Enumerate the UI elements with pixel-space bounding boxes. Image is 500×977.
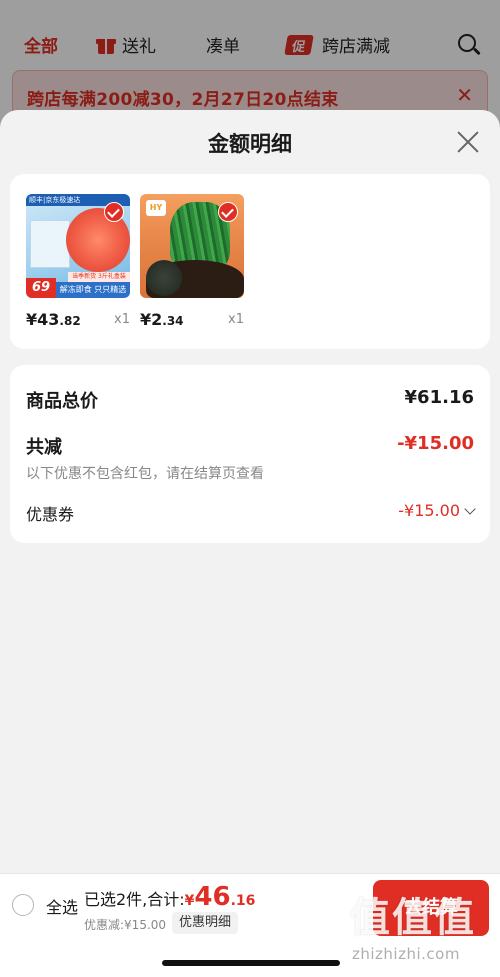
discount-amount-text: 优惠减:¥15.00 [84,918,167,932]
checkout-button[interactable]: 去结算 [373,880,489,936]
checkmark-icon [218,202,238,222]
product-thumbnail[interactable]: HY [140,194,244,298]
coupon-label: 优惠券 [26,505,75,524]
select-all-label[interactable]: 全选 [46,894,78,918]
goods-total-value: ¥61.16 [404,387,474,408]
selected-count-text: 已选2件,合计: [84,890,185,909]
brand-logo: HY [146,200,166,216]
coupon-value[interactable]: -¥15.00 [398,501,476,520]
product-price: ¥43.82 [26,310,81,329]
home-indicator [162,960,340,966]
product-quantity: x1 [114,312,130,327]
selection-summary: 已选2件,合计: ¥46.16 [84,882,255,912]
goods-total-label: 商品总价 [26,391,98,412]
discount-note: 以下优惠不包含红包，请在结算页查看 [26,466,264,482]
price-summary-card: 商品总价 ¥61.16 共减 -¥15.00 以下优惠不包含红包，请在结算页查看… [10,365,490,543]
amount-detail-sheet: 金额明细 顺丰|京东极速达 当季新货 3斤礼盒装 69 解冻即食 只只精选 ¥4… [0,110,500,977]
product-price: ¥2.34 [140,310,184,329]
product-list-card: 顺丰|京东极速达 当季新货 3斤礼盒装 69 解冻即食 只只精选 ¥43.82 … [10,174,490,349]
total-amount: ¥46.16 [184,882,256,912]
product-thumbnail[interactable]: 顺丰|京东极速达 当季新货 3斤礼盒装 69 解冻即食 只只精选 [26,194,130,298]
coupon-row[interactable]: 优惠券 -¥15.00 [26,501,476,525]
product-thumb-price-tag: 69 [26,278,56,298]
product-thumb-bottom-strip: 解冻即食 只只精选 [56,282,130,298]
sheet-title: 金额明细 [208,132,292,156]
total-discount-label: 共减 [26,437,62,458]
product-quantity: x1 [228,312,244,327]
checkmark-icon [104,202,124,222]
discount-note-row: 以下优惠不包含红包，请在结算页查看 [26,463,474,483]
product-thumb-mid-strip: 当季新货 3斤礼盒装 [68,272,130,282]
chevron-down-icon [464,502,476,515]
total-discount-value: -¥15.00 [397,433,474,454]
select-all-checkbox[interactable] [12,894,34,916]
discount-detail-button[interactable]: 优惠明细 [172,912,239,934]
total-discount-row: 共减 -¥15.00 [26,433,474,459]
close-icon[interactable] [456,130,480,154]
goods-total-row: 商品总价 ¥61.16 [26,387,474,413]
